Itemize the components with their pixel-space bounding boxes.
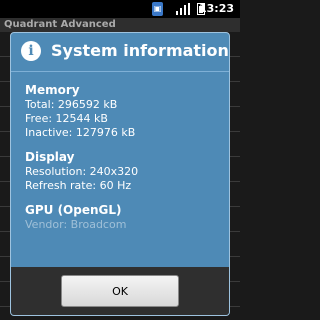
memory-inactive: Inactive: 127976 kB <box>25 126 136 139</box>
sim-card-icon: ▣ <box>152 2 163 16</box>
memory-total: Total: 296592 kB <box>25 98 118 111</box>
dialog-header: i System information <box>11 33 229 72</box>
display-resolution: Resolution: 240x320 <box>25 165 139 178</box>
dialog-body[interactable]: Memory Total: 296592 kB Free: 12544 kB I… <box>25 83 221 233</box>
section-display: Display Resolution: 240x320 Refresh rate… <box>25 150 221 193</box>
section-title: Memory <box>25 83 80 97</box>
section-gpu: GPU (OpenGL) Vendor: Broadcom <box>25 203 221 232</box>
section-title: GPU (OpenGL) <box>25 203 122 217</box>
memory-free: Free: 12544 kB <box>25 112 108 125</box>
gpu-vendor: Vendor: Broadcom <box>25 218 127 231</box>
info-icon: i <box>21 41 41 61</box>
system-info-dialog: i System information Memory Total: 29659… <box>10 32 230 316</box>
app-title: Quadrant Advanced <box>4 19 116 30</box>
status-bar: ▣ 13:23 <box>0 0 240 18</box>
dialog-title: System information <box>51 41 229 60</box>
display-refresh-rate: Refresh rate: 60 Hz <box>25 179 132 192</box>
ok-button[interactable]: OK <box>61 275 179 307</box>
dialog-footer: OK <box>11 267 229 315</box>
section-title: Display <box>25 150 75 164</box>
app-title-bar: Quadrant Advanced <box>0 18 240 32</box>
section-memory: Memory Total: 296592 kB Free: 12544 kB I… <box>25 83 221 140</box>
status-time: 13:23 <box>198 2 234 15</box>
signal-icon <box>176 3 190 15</box>
